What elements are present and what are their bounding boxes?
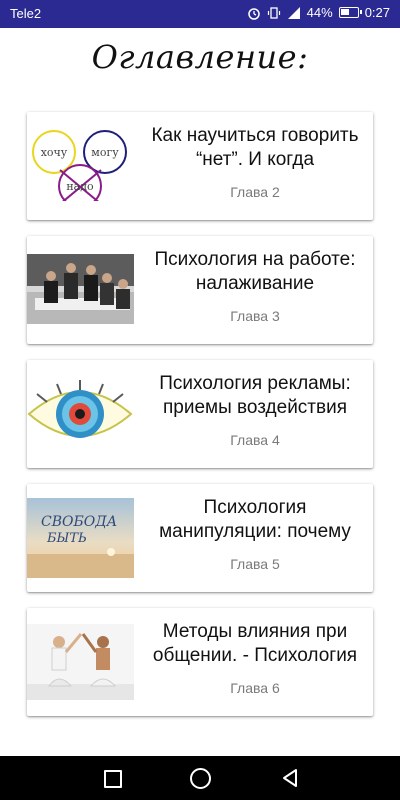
image-word-be: БЫТЬ (46, 531, 87, 546)
chapter-title: Психология манипуляции: почему (159, 497, 351, 542)
chapter-card-2[interactable]: хочу могу надо Как научиться говорить “н… (27, 112, 373, 220)
chapter-number: Глава 6 (230, 680, 280, 696)
image-word-want: хочу (41, 146, 68, 159)
image-word-freedom: СВОБОДА (41, 514, 117, 530)
venn-circles-image: хочу могу надо (27, 129, 134, 201)
chapter-thumbnail (27, 374, 134, 454)
chapter-number: Глава 4 (230, 432, 280, 448)
chapter-thumbnail: СВОБОДА БЫТЬ (27, 498, 134, 578)
battery-percent: 44% (306, 5, 333, 20)
page-title: Оглавление: (91, 38, 309, 76)
chapter-card-5[interactable]: СВОБОДА БЫТЬ Психология манипуляции: поч… (27, 484, 373, 592)
chapter-thumbnail (27, 254, 134, 324)
vibrate-icon (267, 6, 280, 19)
image-word-can: могу (91, 146, 119, 159)
battery-icon (338, 7, 362, 18)
yoga-couple-image (27, 624, 134, 700)
chapter-number: Глава 5 (230, 556, 280, 572)
chapter-number: Глава 3 (230, 308, 280, 324)
recent-apps-icon[interactable] (100, 766, 124, 790)
carrier-label: Tele2 (10, 6, 42, 21)
office-meeting-image (27, 254, 134, 324)
sea-horizon-image: СВОБОДА БЫТЬ (27, 498, 134, 578)
home-icon[interactable] (188, 766, 212, 790)
chapter-card-3[interactable]: Психология на работе: налаживание Глава … (27, 236, 373, 344)
chapter-thumbnail (27, 624, 134, 700)
back-icon[interactable] (279, 766, 303, 790)
chapter-title: Как научиться говорить “нет”. И когда (151, 125, 359, 170)
status-icons: 44% 0:27 (247, 5, 390, 20)
chapter-title: Методы влияния при общении. - Психология (152, 621, 358, 666)
image-word-must: надо (66, 180, 94, 193)
signal-icon (287, 6, 300, 19)
chapter-thumbnail: хочу могу надо (27, 129, 134, 201)
system-navigation-bar (0, 756, 400, 800)
chapter-title: Психология на работе: налаживание (154, 249, 356, 294)
chapter-card-6[interactable]: Методы влияния при общении. - Психология… (27, 608, 373, 716)
eye-image (27, 374, 134, 454)
chapter-card-4[interactable]: Психология рекламы: приемы воздействия Г… (27, 360, 373, 468)
chapter-title: Психология рекламы: приемы воздействия (159, 373, 351, 418)
chapter-number: Глава 2 (230, 184, 280, 200)
status-bar: Tele2 44% 0:27 (0, 0, 400, 28)
clock: 0:27 (364, 5, 390, 20)
alarm-icon (247, 7, 260, 20)
